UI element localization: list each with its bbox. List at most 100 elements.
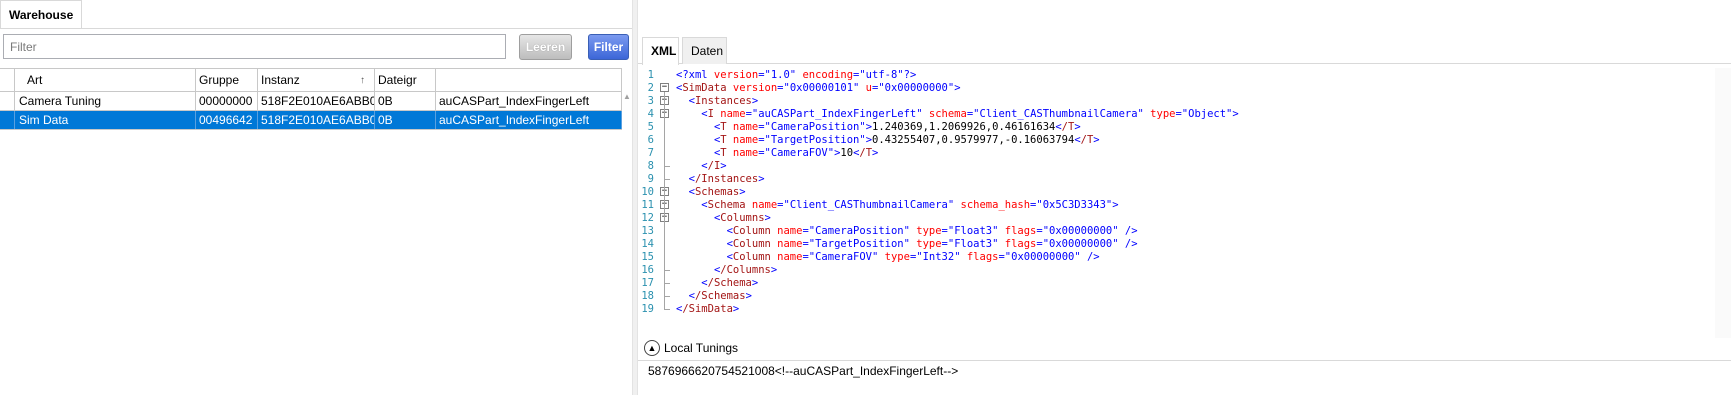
- fold-end-marker: [664, 283, 670, 284]
- fold-end-marker: [664, 179, 670, 180]
- table-row-selected[interactable]: Sim Data 00496642 518F2E010AE6ABB0 0B au…: [0, 111, 622, 130]
- line-number: 18: [641, 290, 654, 302]
- code-line[interactable]: 15 <Column name="CameraFOV" type="Int32"…: [638, 250, 1708, 264]
- line-number: 15: [641, 251, 654, 263]
- line-number: 5: [647, 121, 654, 133]
- fold-end-marker: [664, 309, 670, 310]
- code-line[interactable]: 2− <SimData version="0x00000101" u="0x000…: [638, 81, 1708, 95]
- line-number: 7: [647, 147, 654, 159]
- code-line[interactable]: 11− <Schema name="Client_CASThumbnailCam…: [638, 198, 1708, 212]
- fold-end-marker: [664, 270, 670, 271]
- xml-editor[interactable]: 1 <?xml version="1.0" encoding="utf-8"?> 2…: [638, 68, 1731, 338]
- table-header: Art Gruppe Instanz ↑ Dateigr: [0, 68, 622, 92]
- column-header-art[interactable]: Art: [15, 69, 196, 91]
- fold-end-marker: [664, 296, 670, 297]
- local-tunings-content[interactable]: 5876966620754521008<!--auCASPart_IndexFi…: [648, 364, 958, 378]
- filter-input[interactable]: [3, 34, 506, 59]
- code-line[interactable]: 18 </Schemas>: [638, 289, 1708, 303]
- line-number: 3: [647, 95, 654, 107]
- code-line[interactable]: 8 </I>: [638, 159, 1708, 173]
- cell-art: Camera Tuning: [15, 92, 196, 110]
- preview-pane: XML Daten 1 <?xml version="1.0" encoding=…: [638, 0, 1731, 395]
- code-line[interactable]: 10− <Schemas>: [638, 185, 1708, 199]
- code-line[interactable]: 12− <Columns>: [638, 211, 1708, 225]
- code-text: </Schema>: [701, 277, 759, 289]
- code-line[interactable]: 4− <I name="auCASPart_IndexFingerLeft" s…: [638, 107, 1708, 121]
- line-number: 14: [641, 238, 654, 250]
- line-number: 16: [641, 264, 654, 276]
- code-text: <Column name="CameraPosition" type="Floa…: [726, 225, 1138, 237]
- code-line[interactable]: 6 <T name="TargetPosition">0.43255407,0.…: [638, 133, 1708, 147]
- line-number: 19: [641, 303, 654, 315]
- tab-warehouse[interactable]: Warehouse: [0, 0, 83, 28]
- tab-xml[interactable]: XML: [642, 37, 679, 65]
- local-tunings-divider: [638, 360, 1731, 361]
- tab-strip-divider: [0, 28, 632, 29]
- code-line[interactable]: 16 </Columns>: [638, 263, 1708, 277]
- code-text: </Schemas>: [688, 290, 752, 302]
- line-number: 17: [641, 277, 654, 289]
- preview-tab-strip: XML Daten: [638, 37, 1731, 65]
- line-number: 4: [647, 108, 654, 120]
- line-number: 6: [647, 134, 654, 146]
- sort-ascending-icon: ↑: [360, 74, 365, 86]
- line-number: 12: [641, 212, 654, 224]
- cell-dateigroesse: 0B: [375, 111, 436, 129]
- cell-art: Sim Data: [15, 111, 196, 129]
- local-tunings-toggle[interactable]: ▲ Local Tunings: [644, 338, 738, 358]
- code-line[interactable]: 13 <Column name="CameraPosition" type="F…: [638, 224, 1708, 238]
- column-header-gruppe[interactable]: Gruppe: [196, 69, 258, 91]
- code-text: <Schema name="Client_CASThumbnailCamera"…: [701, 199, 1119, 211]
- code-line[interactable]: 14 <Column name="TargetPosition" type="F…: [638, 237, 1708, 251]
- row-header-column: [0, 69, 15, 91]
- clear-button[interactable]: Leeren: [519, 34, 572, 60]
- filter-button[interactable]: Filter: [588, 34, 629, 60]
- line-number: 1: [647, 69, 654, 81]
- scroll-up-arrow-icon[interactable]: ▲: [622, 92, 632, 104]
- table-row[interactable]: Camera Tuning 00000000 518F2E010AE6ABB0 …: [0, 92, 622, 111]
- column-header-instanz-label: Instanz: [261, 73, 300, 87]
- fold-guide: [664, 222, 665, 270]
- cell-dateigroesse: 0B: [375, 92, 436, 110]
- line-number: 9: [647, 173, 654, 185]
- editor-scrollbar[interactable]: [1715, 68, 1731, 338]
- line-number: 13: [641, 225, 654, 237]
- local-tunings-label: Local Tunings: [664, 341, 739, 355]
- code-text: </I>: [701, 160, 727, 172]
- cell-gruppe: 00000000: [196, 92, 258, 110]
- code-text: </SimData>: [676, 303, 740, 315]
- code-text: <I name="auCASPart_IndexFingerLeft" sche…: [701, 108, 1239, 120]
- line-number: 11: [641, 199, 654, 211]
- cell-gruppe: 00496642: [196, 111, 258, 129]
- line-number: 10: [641, 186, 654, 198]
- code-text: <?xml version="1.0" encoding="utf-8"?>: [676, 69, 917, 81]
- fold-guide: [664, 118, 665, 166]
- fold-minus-icon[interactable]: −: [660, 83, 669, 92]
- code-line[interactable]: 7 <T name="CameraFOV">10</T>: [638, 146, 1708, 160]
- code-text: <T name="TargetPosition">0.43255407,0.95…: [713, 134, 1100, 146]
- code-text: </Columns>: [713, 264, 778, 276]
- code-line[interactable]: 5 <T name="CameraPosition">1.240369,1.20…: [638, 120, 1708, 134]
- line-number: 8: [647, 160, 654, 172]
- code-text: <Instances>: [688, 95, 759, 107]
- code-line[interactable]: 1 <?xml version="1.0" encoding="utf-8"?>: [638, 68, 1708, 82]
- column-header-instanz[interactable]: Instanz ↑: [258, 69, 375, 91]
- code-line[interactable]: 19 </SimData>: [638, 302, 1708, 316]
- code-line[interactable]: 9 </Instances>: [638, 172, 1708, 186]
- code-line[interactable]: 3− <Instances>: [638, 94, 1708, 108]
- fold-end-marker: [664, 166, 670, 167]
- code-line[interactable]: 17 </Schema>: [638, 276, 1708, 290]
- row-header-cell: [0, 111, 15, 129]
- column-header-name[interactable]: [436, 69, 622, 91]
- code-text: <T name="CameraFOV">10</T>: [713, 147, 879, 159]
- code-text: <T name="CameraPosition">1.240369,1.2069…: [713, 121, 1081, 133]
- cell-instanz: 518F2E010AE6ABB0: [258, 111, 375, 129]
- chevron-up-icon: ▲: [644, 340, 660, 356]
- line-number: 2: [647, 82, 654, 94]
- tab-daten[interactable]: Daten: [682, 37, 727, 64]
- cell-name: auCASPart_IndexFingerLeft: [436, 111, 622, 129]
- code-text: <Columns>: [713, 212, 771, 224]
- code-text: <Column name="TargetPosition" type="Floa…: [726, 238, 1138, 250]
- column-header-dateigroesse[interactable]: Dateigr: [375, 69, 436, 91]
- code-text: <SimData version="0x00000101" u="0x00000…: [676, 82, 961, 94]
